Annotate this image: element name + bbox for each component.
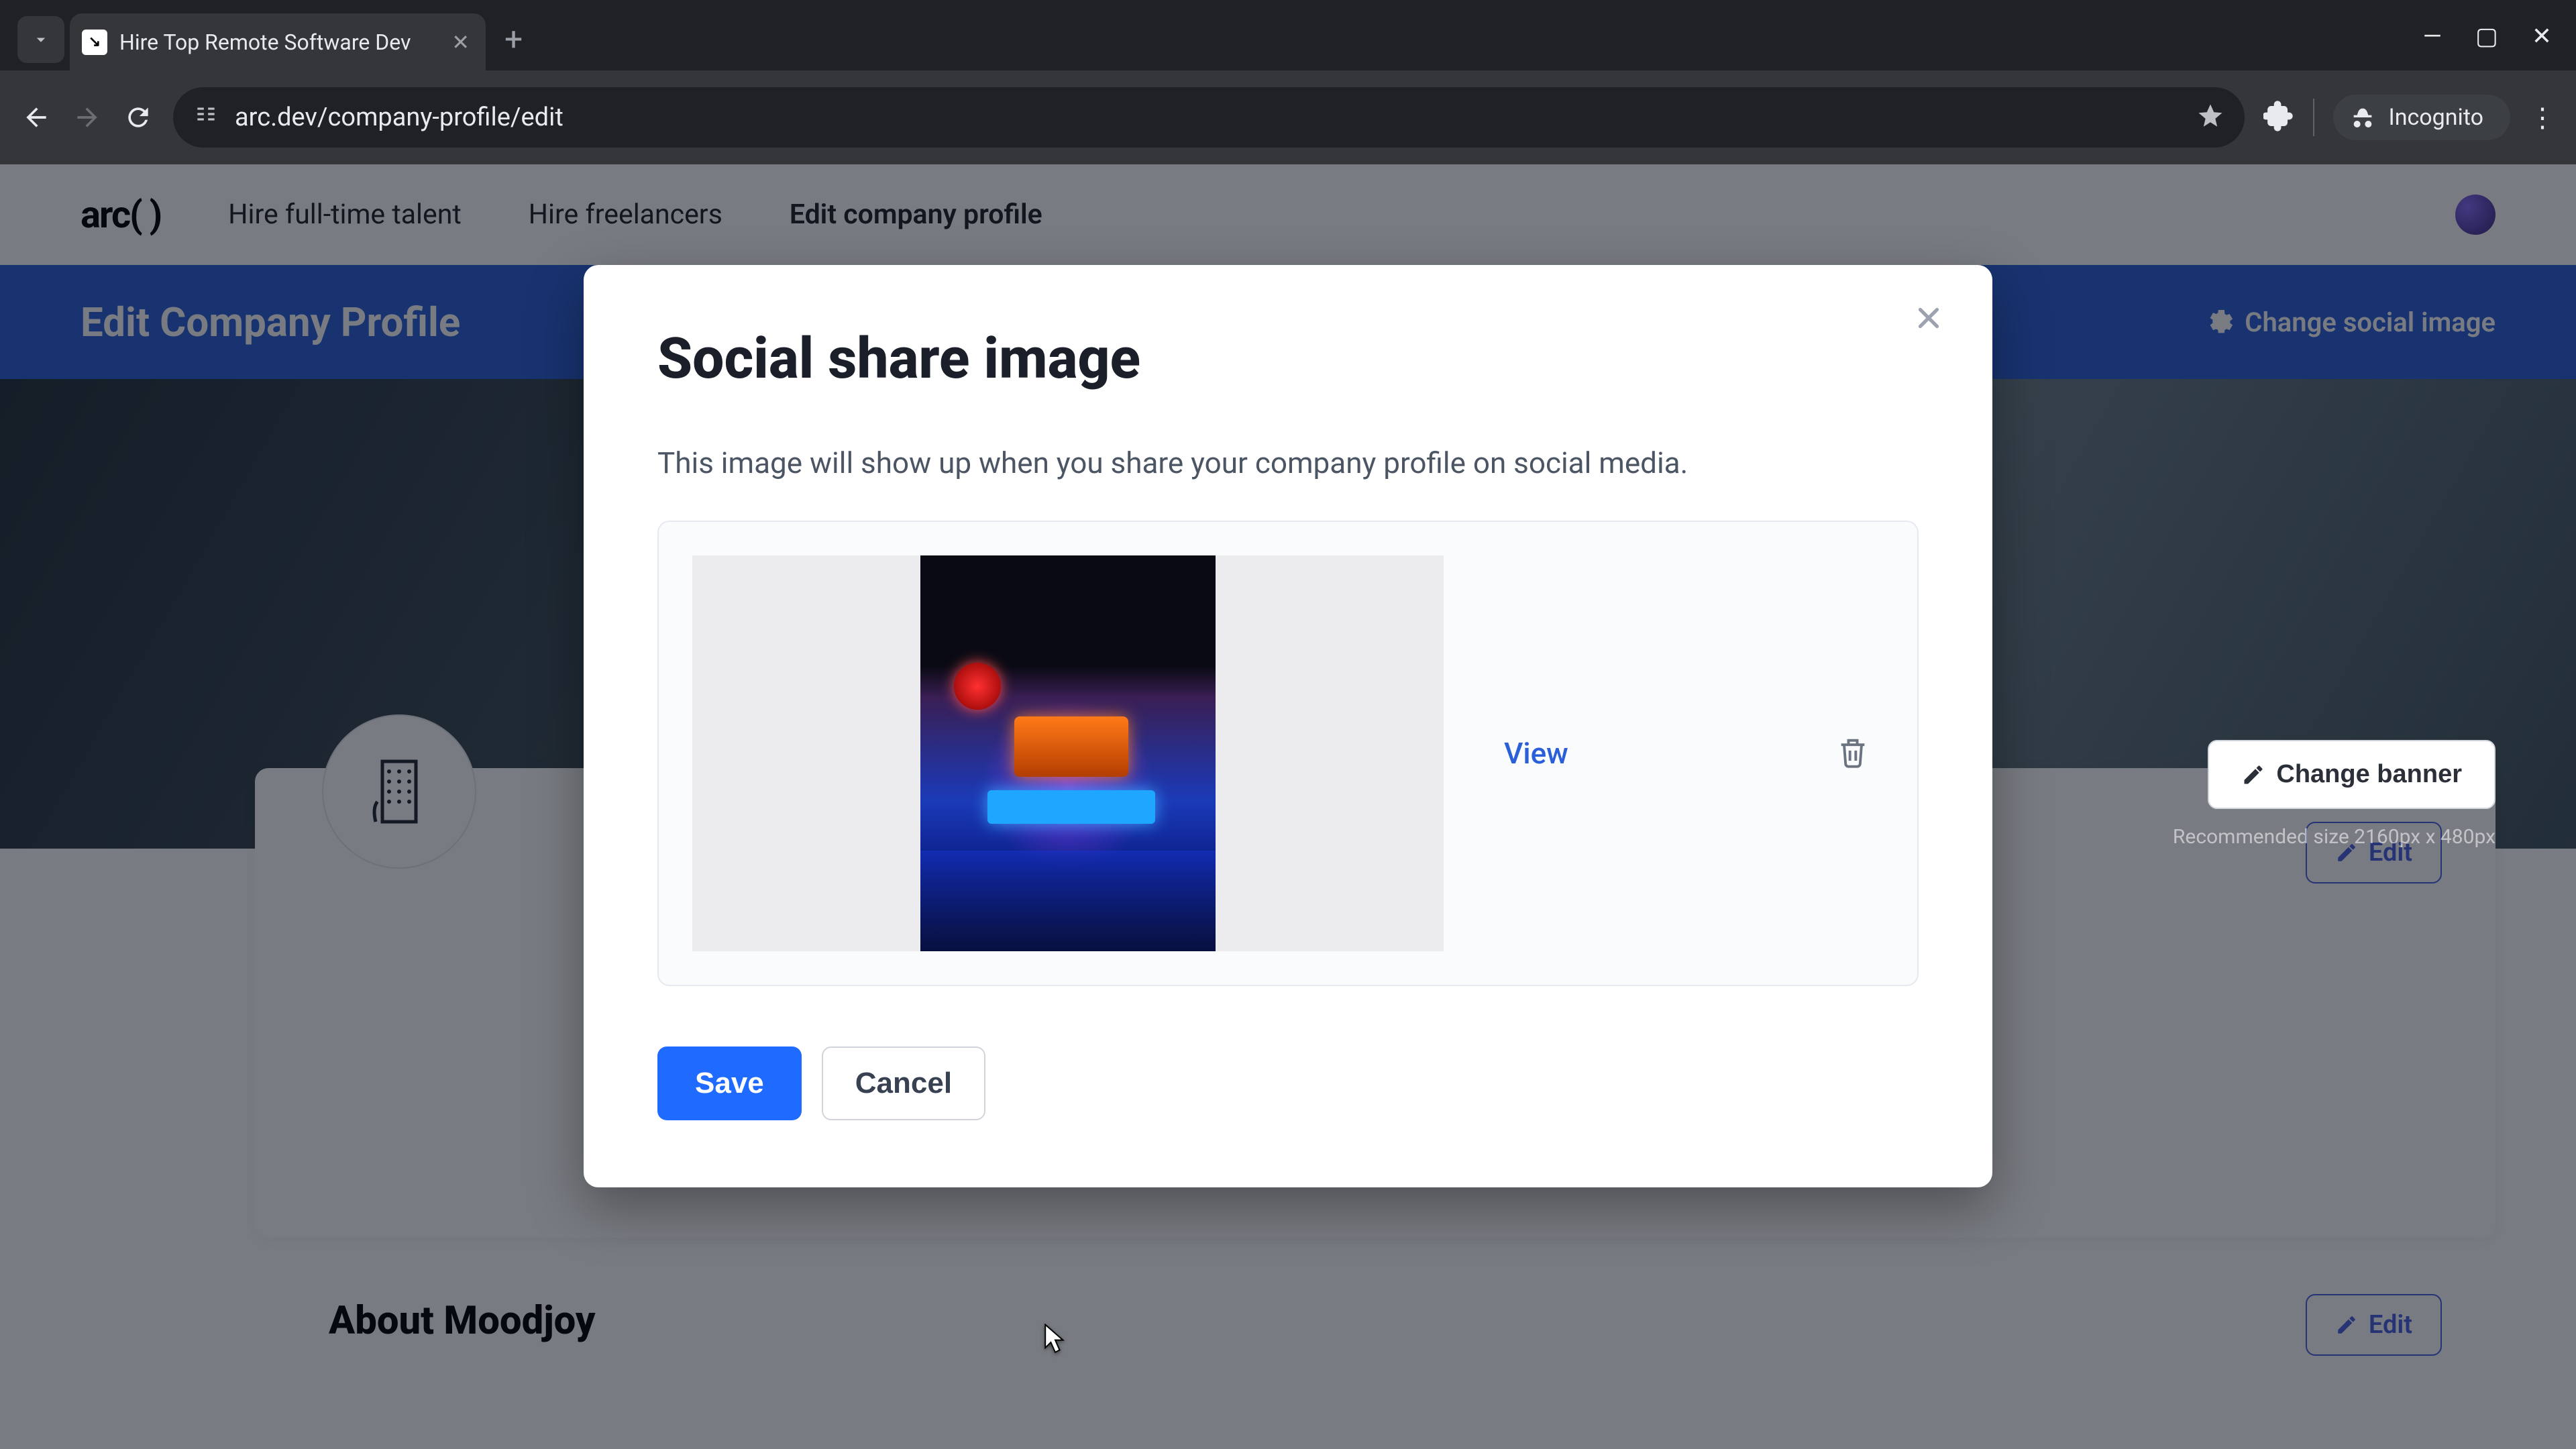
close-icon bbox=[1912, 301, 1945, 335]
page: arc( ) Hire full-time talent Hire freela… bbox=[0, 164, 2576, 1449]
image-preview-box: View bbox=[657, 521, 1919, 986]
modal-close-button[interactable] bbox=[1912, 301, 1945, 337]
save-button[interactable]: Save bbox=[657, 1046, 802, 1120]
change-banner-button[interactable]: Change banner bbox=[2208, 740, 2496, 809]
modal-title: Social share image bbox=[657, 325, 1919, 392]
tab-close-icon[interactable]: ✕ bbox=[451, 30, 470, 55]
minimize-button[interactable]: — bbox=[2423, 22, 2442, 50]
image-preview-frame bbox=[692, 555, 1444, 951]
toolbar-separator bbox=[2313, 99, 2314, 136]
modal-description: This image will show up when you share y… bbox=[657, 445, 1919, 480]
pencil-icon bbox=[2241, 763, 2265, 787]
modal-overlay[interactable]: Social share image This image will show … bbox=[0, 164, 2576, 1449]
trash-icon bbox=[1835, 735, 1870, 769]
chevron-down-icon bbox=[31, 30, 51, 50]
back-button[interactable] bbox=[20, 101, 52, 133]
mouse-cursor bbox=[1044, 1324, 1067, 1357]
social-share-modal: Social share image This image will show … bbox=[584, 265, 1992, 1187]
view-image-link[interactable]: View bbox=[1504, 736, 1568, 771]
url-text: arc.dev/company-profile/edit bbox=[235, 103, 2180, 132]
new-tab-button[interactable]: + bbox=[504, 20, 523, 64]
maximize-button[interactable]: ▢ bbox=[2475, 22, 2498, 50]
tab-title: Hire Top Remote Software Dev bbox=[119, 30, 439, 55]
window-controls: — ▢ ✕ bbox=[2423, 22, 2552, 50]
browser-menu-button[interactable]: ⋮ bbox=[2529, 102, 2556, 133]
close-window-button[interactable]: ✕ bbox=[2532, 22, 2552, 50]
incognito-icon bbox=[2349, 104, 2376, 131]
forward-button[interactable] bbox=[71, 101, 103, 133]
incognito-indicator[interactable]: Incognito bbox=[2333, 95, 2510, 140]
bookmark-icon[interactable] bbox=[2196, 102, 2224, 133]
reload-button[interactable] bbox=[122, 101, 154, 133]
image-preview bbox=[920, 555, 1216, 951]
cancel-button[interactable]: Cancel bbox=[822, 1046, 985, 1120]
address-bar[interactable]: arc.dev/company-profile/edit bbox=[173, 87, 2245, 148]
site-settings-icon[interactable] bbox=[193, 101, 219, 133]
tab-favicon: ↘ bbox=[82, 30, 107, 55]
tab-search-button[interactable] bbox=[17, 16, 64, 63]
extensions-icon[interactable] bbox=[2263, 101, 2294, 134]
browser-tab[interactable]: ↘ Hire Top Remote Software Dev ✕ bbox=[70, 13, 486, 70]
browser-toolbar: arc.dev/company-profile/edit Incognito ⋮ bbox=[0, 70, 2576, 164]
browser-tab-strip: ↘ Hire Top Remote Software Dev ✕ + — ▢ ✕ bbox=[0, 0, 2576, 70]
banner-size-hint: Recommended size 2160px x 480px bbox=[2173, 825, 2496, 849]
incognito-label: Incognito bbox=[2388, 104, 2483, 131]
modal-actions: Save Cancel bbox=[657, 1046, 1919, 1120]
delete-image-button[interactable] bbox=[1835, 735, 1870, 772]
